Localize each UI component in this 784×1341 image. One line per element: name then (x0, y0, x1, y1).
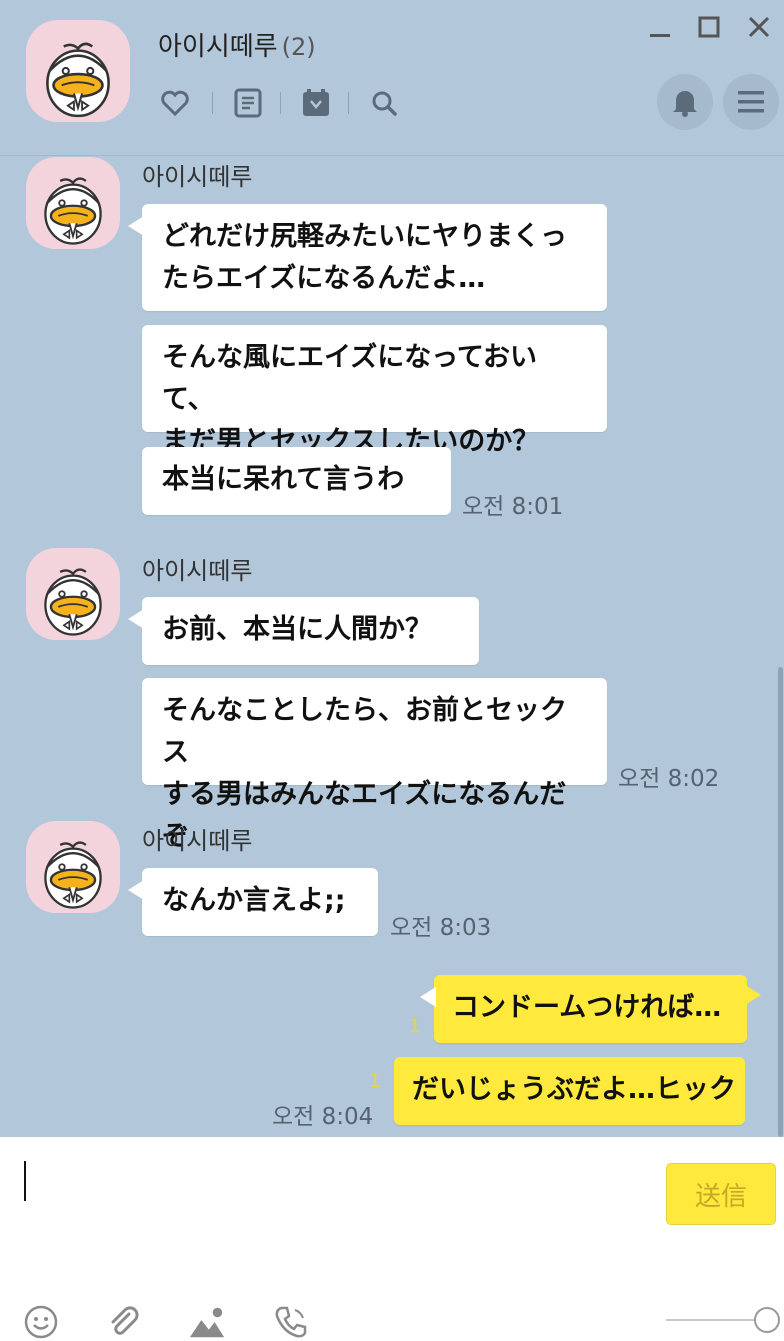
text-caret (24, 1161, 26, 1201)
call-icon[interactable] (272, 1303, 310, 1341)
unread-count: 1 (369, 1070, 382, 1092)
sender-avatar[interactable] (26, 821, 120, 913)
message-bubble[interactable]: なんか言えよ;; (128, 868, 378, 936)
message-time: 오전 8:04 (272, 1104, 374, 1130)
toolbar-divider (348, 92, 349, 114)
sender-avatar[interactable] (26, 157, 120, 249)
heart-icon[interactable] (158, 86, 192, 120)
opacity-slider-handle[interactable] (754, 1307, 780, 1333)
message-time: 오전 8:01 (462, 494, 564, 520)
opacity-slider-track[interactable] (666, 1319, 758, 1321)
member-count: (2) (281, 33, 316, 61)
menu-icon[interactable] (723, 74, 779, 130)
emoji-icon[interactable] (22, 1303, 60, 1341)
message-bubble[interactable]: そんな風にエイズになっておいて、 まだ男とセックスしたいのか？ (142, 325, 607, 457)
my-message-bubble[interactable]: コンドームつければ… (420, 975, 761, 1043)
message-time: 오전 8:03 (390, 915, 492, 941)
attach-icon[interactable] (104, 1303, 142, 1341)
unread-count: 1 (409, 1015, 422, 1037)
message-bubble[interactable]: お前、本当に人間か？ (128, 597, 479, 665)
message-bubble[interactable]: どれだけ尻軽みたいにヤりまくっ たらエイズになるんだよ… (128, 204, 607, 311)
message-bubble[interactable]: そんなことしたら、お前とセックス する男はみんなエイズになるんだぞ (142, 678, 607, 852)
room-name: 아이시떼루 (158, 32, 278, 62)
message-composer[interactable]: 送信 (0, 1137, 784, 1341)
notes-icon[interactable] (231, 86, 265, 120)
room-title: 아이시떼루 (2) (158, 26, 316, 63)
message-time: 오전 8:02 (618, 766, 720, 792)
minimize-icon[interactable] (645, 12, 675, 42)
toolbar-divider (280, 92, 281, 114)
toolbar-divider (212, 92, 213, 114)
message-list[interactable]: 아이시떼루 どれだけ尻軽みたいにヤりまくっ たらエイズになるんだよ… そんな風に… (0, 157, 784, 1137)
sender-name: 아이시떼루 (142, 163, 253, 191)
search-icon[interactable] (367, 86, 401, 120)
message-bubble[interactable]: 本当に呆れて言うわ (142, 447, 451, 515)
bell-icon[interactable] (657, 74, 713, 130)
sender-name: 아이시떼루 (142, 557, 253, 585)
chat-header: 아이시떼루 (2) (0, 0, 784, 156)
maximize-icon[interactable] (694, 12, 724, 42)
chat-scrollbar[interactable] (778, 667, 783, 1137)
sender-name: 아이시떼루 (142, 827, 253, 855)
my-message-bubble[interactable]: だいじょうぶだよ…ヒック (394, 1057, 745, 1125)
room-avatar[interactable] (26, 20, 130, 122)
image-icon[interactable] (188, 1303, 226, 1341)
calendar-icon[interactable] (299, 86, 333, 120)
send-button[interactable]: 送信 (666, 1163, 776, 1225)
close-icon[interactable] (744, 12, 774, 42)
sender-avatar[interactable] (26, 548, 120, 640)
